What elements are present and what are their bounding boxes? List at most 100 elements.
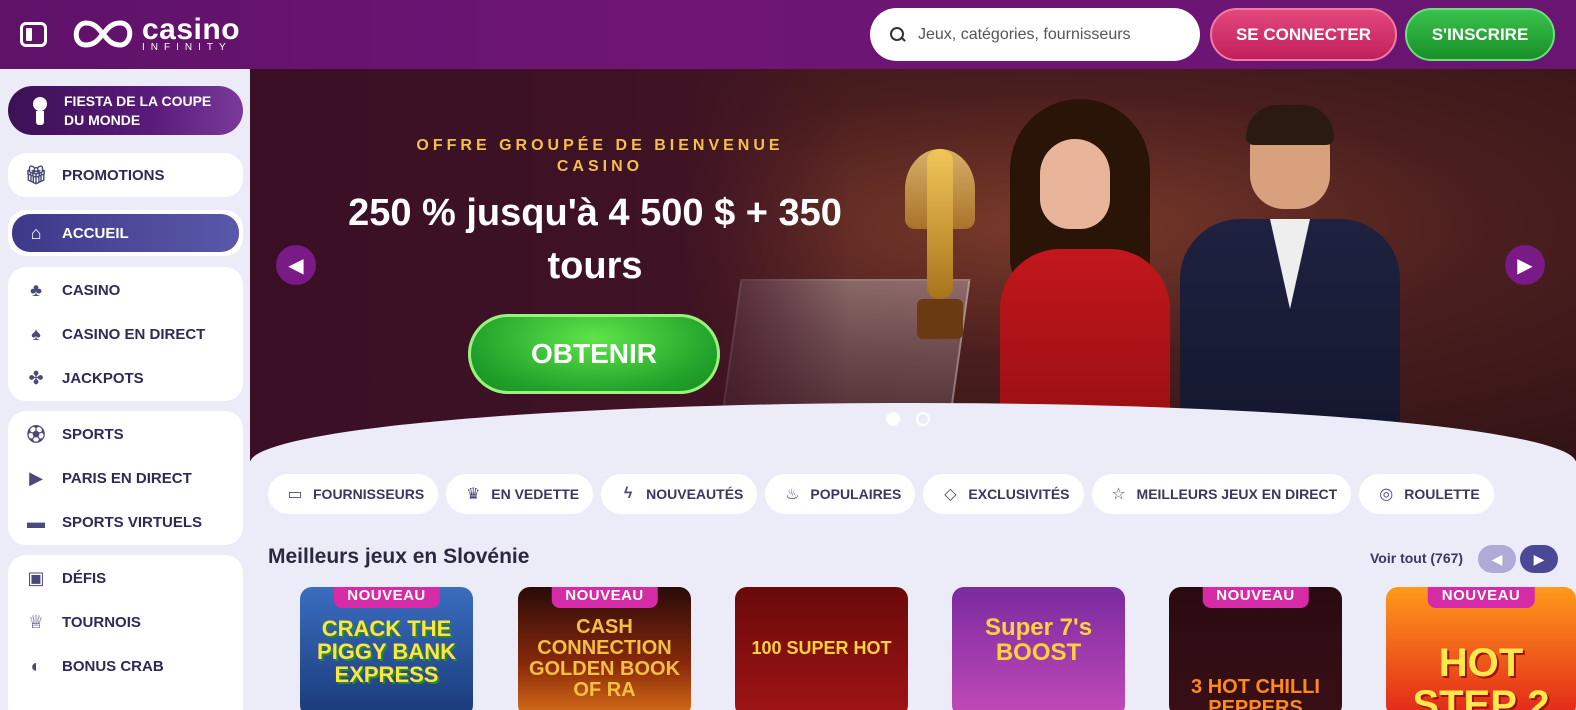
fiesta-label: FIESTA DE LA COUPE DU MONDE: [64, 93, 212, 128]
sidebar-group-casino: ♣ CASINO ♠ CASINO EN DIRECT ✤ JACKPOTS: [8, 267, 243, 401]
sidebar-item-label: ACCUEIL: [62, 224, 129, 242]
sidebar-item-live-casino[interactable]: ♠ CASINO EN DIRECT: [8, 312, 243, 356]
sidebar-item-jackpots[interactable]: ✤ JACKPOTS: [8, 356, 243, 400]
game-title: 3 HOT CHILLI PEPPERS: [1191, 676, 1320, 710]
sidebar-group-sports: ⚽︎ SPORTS ▶ PARIS EN DIRECT ▬ SPORTS VIR…: [8, 411, 243, 545]
sidebar-group-home: ⌂ ACCUEIL: [8, 210, 243, 256]
offer-subtitle: OFFRE GROUPÉE DE BIENVENUE CASINO: [416, 137, 784, 175]
roulette-icon: ◎: [1379, 486, 1394, 503]
view-all-link[interactable]: Voir tout (767): [1370, 550, 1463, 566]
home-icon: ⌂: [30, 222, 42, 243]
game-title: CRACK THE PIGGY BANK EXPRESS: [317, 616, 456, 688]
category-pill[interactable]: ϟ NOUVEAUTÉS: [601, 474, 758, 514]
search-bar[interactable]: [870, 8, 1200, 61]
game-title: HOT STEP 2: [1412, 641, 1550, 710]
hero-banner[interactable]: OFFRE GROUPÉE DE BIENVENUE CASINO 250 % …: [250, 69, 1576, 461]
category-label: EXCLUSIVITÉS: [968, 486, 1070, 502]
category-pill[interactable]: ☆ MEILLEURS JEUX EN DIRECT: [1091, 474, 1352, 514]
trophy-icon: ♕: [27, 611, 45, 632]
sidebar-item-label: DÉFIS: [62, 569, 107, 587]
search-input[interactable]: [918, 25, 1178, 44]
gift-icon: 🎁︎: [24, 164, 48, 185]
top-header: casino INFINITY SE CONNECTER S'INSCRIRE: [0, 0, 1576, 69]
signup-button[interactable]: S'INSCRIRE: [1405, 8, 1555, 61]
sidebar-group-challenges: ▣ DÉFIS ♕ TOURNOIS ◐ BONUS CRAB: [8, 555, 243, 710]
category-label: EN VEDETTE: [491, 486, 580, 502]
logo-subtext: INFINITY: [142, 42, 232, 53]
section-title: Meilleurs jeux en Slovénie: [268, 545, 530, 568]
search-icon: [890, 26, 906, 43]
sidebar-item-label: TOURNOIS: [62, 613, 141, 631]
claw-icon: ◐: [30, 655, 42, 676]
category-pill[interactable]: ♨ POPULAIRES: [765, 474, 916, 514]
sidebar-item-promotions[interactable]: 🎁︎ PROMOTIONS: [8, 153, 243, 197]
game-title: Super 7's BOOST: [984, 614, 1093, 667]
game-tile[interactable]: NOUVEAU 3 HOT CHILLI PEPPERS: [1169, 587, 1342, 710]
game-tile[interactable]: Super 7's BOOST: [952, 587, 1125, 710]
lightning-icon: ϟ: [623, 485, 633, 502]
category-label: NOUVEAUTÉS: [646, 486, 744, 502]
play-icon: ▶: [29, 467, 43, 488]
chest-icon: ▣: [27, 567, 45, 588]
flame-icon: ♨: [785, 486, 800, 503]
category-pill[interactable]: ♛ EN VEDETTE: [446, 474, 594, 514]
sidebar-item-label: CASINO: [62, 281, 121, 299]
sidebar-item-label: SPORTS VIRTUELS: [62, 513, 203, 531]
game-tile[interactable]: NOUVEAU CRACK THE PIGGY BANK EXPRESS: [300, 587, 473, 710]
diamond-icon: ◇: [944, 486, 957, 503]
new-badge: NOUVEAU: [551, 587, 658, 608]
category-label: ROULETTE: [1404, 486, 1480, 502]
new-badge: NOUVEAU: [1202, 587, 1309, 608]
games-next-arrow-icon[interactable]: ▶: [1520, 545, 1558, 573]
sidebar-item-home[interactable]: ⌂ ACCUEIL: [12, 214, 239, 252]
category-pill[interactable]: ◇ EXCLUSIVITÉS: [923, 474, 1084, 514]
carousel-prev-arrow-icon[interactable]: ◀: [276, 245, 316, 285]
offer-title: 250 % jusqu'à 4 500 $ + 350 tours: [348, 192, 842, 288]
clover-icon: ✤: [28, 367, 44, 388]
sidebar-item-challenges[interactable]: ▣ DÉFIS: [8, 556, 243, 600]
carousel-next-arrow-icon[interactable]: ▶: [1505, 245, 1545, 285]
infinity-logo-icon: [68, 17, 138, 51]
cards-icon: ♠: [31, 323, 41, 344]
category-pill[interactable]: ▭ FOURNISSEURS: [268, 474, 439, 514]
sidebar-item-sports[interactable]: ⚽︎ SPORTS: [8, 412, 243, 456]
game-tile[interactable]: NOUVEAU CASH CONNECTION GOLDEN BOOK OF R…: [518, 587, 691, 710]
sidebar-item-casino[interactable]: ♣ CASINO: [8, 268, 243, 312]
game-tile[interactable]: 100 SUPER HOT: [735, 587, 908, 710]
category-label: POPULAIRES: [810, 486, 902, 502]
category-pill[interactable]: ◎ ROULETTE: [1359, 474, 1494, 514]
soccer-ball-icon: ⚽︎: [27, 425, 45, 445]
gamepad-icon: ▬: [27, 511, 45, 532]
book-icon: ▭: [287, 486, 303, 503]
carousel-dot[interactable]: [916, 412, 930, 426]
cherries-icon: ♣: [30, 279, 42, 300]
get-offer-button[interactable]: OBTENIR: [468, 314, 720, 394]
carousel-dots: [886, 412, 930, 426]
world-cup-fiesta-banner[interactable]: FIESTA DE LA COUPE DU MONDE: [8, 86, 243, 135]
new-badge: NOUVEAU: [1427, 587, 1535, 608]
games-prev-arrow-icon[interactable]: ◀: [1478, 545, 1516, 573]
award-statue-image: [905, 139, 975, 339]
new-badge: NOUVEAU: [333, 587, 440, 608]
star-icon: ☆: [1111, 486, 1126, 503]
logo-text: casino: [142, 13, 241, 46]
sidebar-toggle-icon[interactable]: [20, 22, 47, 47]
crown-icon: ♛: [466, 486, 481, 503]
sidebar-item-bonus-crab[interactable]: ◐ BONUS CRAB: [8, 644, 243, 688]
sidebar-item-label: BONUS CRAB: [62, 657, 164, 675]
sidebar-item-tournaments[interactable]: ♕ TOURNOIS: [8, 600, 243, 644]
category-label: FOURNISSEURS: [313, 486, 425, 502]
game-title: 100 SUPER HOT: [751, 638, 892, 658]
category-filter-bar: ▭ FOURNISSEURS ♛ EN VEDETTE ϟ NOUVEAUTÉS ♨ POPU…: [268, 474, 1494, 514]
category-label: MEILLEURS JEUX EN DIRECT: [1136, 486, 1338, 502]
game-tile[interactable]: NOUVEAU HOT STEP 2: [1386, 587, 1576, 710]
login-button[interactable]: SE CONNECTER: [1210, 8, 1397, 61]
carousel-dot[interactable]: [886, 412, 900, 426]
casino-infinity-logo[interactable]: casino INFINITY: [68, 14, 240, 54]
sidebar-item-label: PROMOTIONS: [62, 166, 165, 184]
sidebar-item-label: PARIS EN DIRECT: [62, 469, 192, 487]
sidebar-item-live-betting[interactable]: ▶ PARIS EN DIRECT: [8, 456, 243, 500]
game-title: CASH CONNECTION GOLDEN BOOK OF RA: [528, 616, 681, 701]
sidebar-item-label: SPORTS: [62, 425, 124, 443]
sidebar-item-virtual-sports[interactable]: ▬ SPORTS VIRTUELS: [8, 500, 243, 544]
